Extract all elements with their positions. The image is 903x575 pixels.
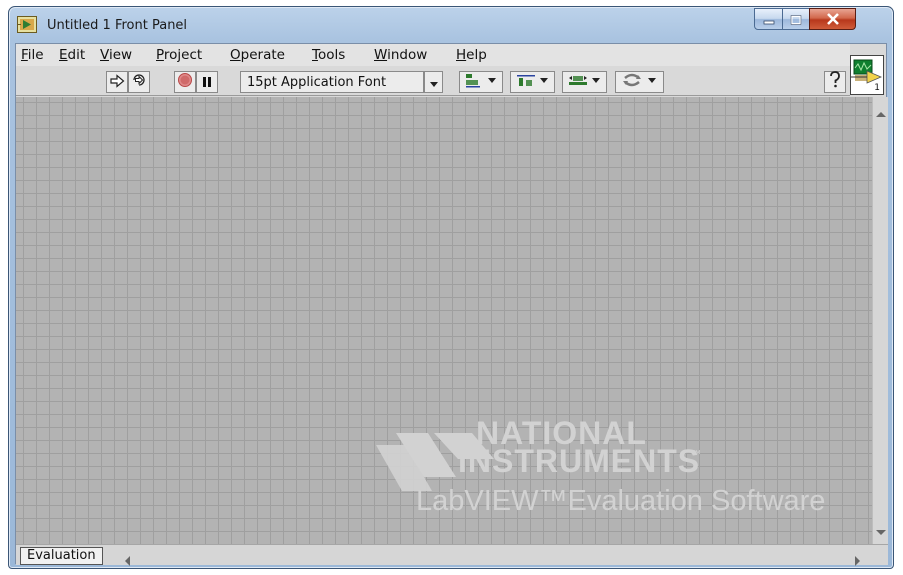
context-help-icon bbox=[827, 71, 843, 93]
align-objects-icon bbox=[463, 72, 499, 92]
distribute-objects-icon bbox=[515, 72, 551, 92]
align-objects-button[interactable] bbox=[459, 71, 503, 93]
window-title: Untitled 1 Front Panel bbox=[47, 18, 188, 33]
abort-icon bbox=[177, 72, 193, 92]
font-select[interactable]: 15pt Application Font bbox=[240, 71, 424, 93]
abort-button[interactable] bbox=[174, 71, 196, 93]
distribute-objects-button[interactable] bbox=[510, 71, 555, 93]
resize-objects-icon bbox=[567, 72, 603, 92]
menu-bar: File Edit View Project Operate Tools Win… bbox=[16, 44, 850, 66]
maximize-icon bbox=[790, 10, 802, 29]
run-continuously-icon bbox=[131, 72, 147, 92]
pause-icon bbox=[201, 73, 213, 92]
font-select-value: 15pt Application Font bbox=[247, 74, 387, 90]
ni-watermark-logo: NATIONAL INSTRUMENTS ™ LabVIEW™Evaluatio… bbox=[376, 415, 856, 535]
scroll-right-icon[interactable] bbox=[854, 551, 861, 570]
context-help-button[interactable] bbox=[824, 71, 846, 93]
front-panel-client: File Edit View Project Operate Tools Win… bbox=[15, 43, 888, 566]
front-panel-canvas[interactable]: NATIONAL INSTRUMENTS ™ LabVIEW™Evaluatio… bbox=[16, 97, 872, 544]
close-icon bbox=[826, 10, 840, 29]
scroll-up-icon[interactable] bbox=[876, 103, 886, 122]
reorder-icon bbox=[621, 72, 659, 92]
run-continuously-button[interactable] bbox=[128, 71, 150, 93]
menu-help[interactable]: Help bbox=[456, 47, 487, 63]
toolbar: 15pt Application Font bbox=[16, 66, 850, 96]
scroll-left-icon[interactable] bbox=[124, 551, 131, 570]
reorder-button[interactable] bbox=[615, 71, 664, 93]
menu-tools[interactable]: Tools bbox=[312, 47, 345, 63]
vi-icon-number: 1 bbox=[874, 83, 880, 93]
pause-button[interactable] bbox=[196, 71, 218, 93]
menu-edit[interactable]: Edit bbox=[59, 47, 85, 63]
font-select-dropdown[interactable] bbox=[424, 71, 443, 93]
labview-app-icon bbox=[17, 16, 37, 33]
menu-window[interactable]: Window bbox=[374, 47, 427, 63]
front-panel-window: Untitled 1 Front Panel File Edit View Pr… bbox=[8, 6, 894, 569]
watermark-instruments: INSTRUMENTS bbox=[458, 443, 701, 479]
watermark-labview-evaluation: LabVIEW™Evaluation Software bbox=[416, 485, 826, 517]
scroll-down-icon[interactable] bbox=[876, 521, 886, 540]
vi-icon[interactable]: 1 bbox=[850, 55, 884, 95]
maximize-button[interactable] bbox=[782, 8, 810, 30]
title-bar[interactable]: Untitled 1 Front Panel bbox=[9, 7, 893, 43]
minimize-button[interactable] bbox=[754, 8, 783, 30]
close-button[interactable] bbox=[809, 8, 856, 30]
resize-objects-button[interactable] bbox=[562, 71, 607, 93]
run-arrow-icon bbox=[109, 73, 125, 92]
vertical-scrollbar[interactable] bbox=[872, 97, 888, 544]
chevron-down-icon bbox=[429, 73, 438, 92]
menu-file[interactable]: File bbox=[21, 47, 44, 63]
evaluation-tab[interactable]: Evaluation bbox=[20, 547, 103, 565]
run-button[interactable] bbox=[106, 71, 128, 93]
minimize-icon bbox=[763, 10, 775, 29]
watermark-trademark: ™ bbox=[691, 449, 702, 460]
menu-project[interactable]: Project bbox=[156, 47, 202, 63]
menu-view[interactable]: View bbox=[100, 47, 132, 63]
horizontal-scrollbar-area: Evaluation bbox=[16, 544, 888, 566]
menu-operate[interactable]: Operate bbox=[230, 47, 285, 63]
